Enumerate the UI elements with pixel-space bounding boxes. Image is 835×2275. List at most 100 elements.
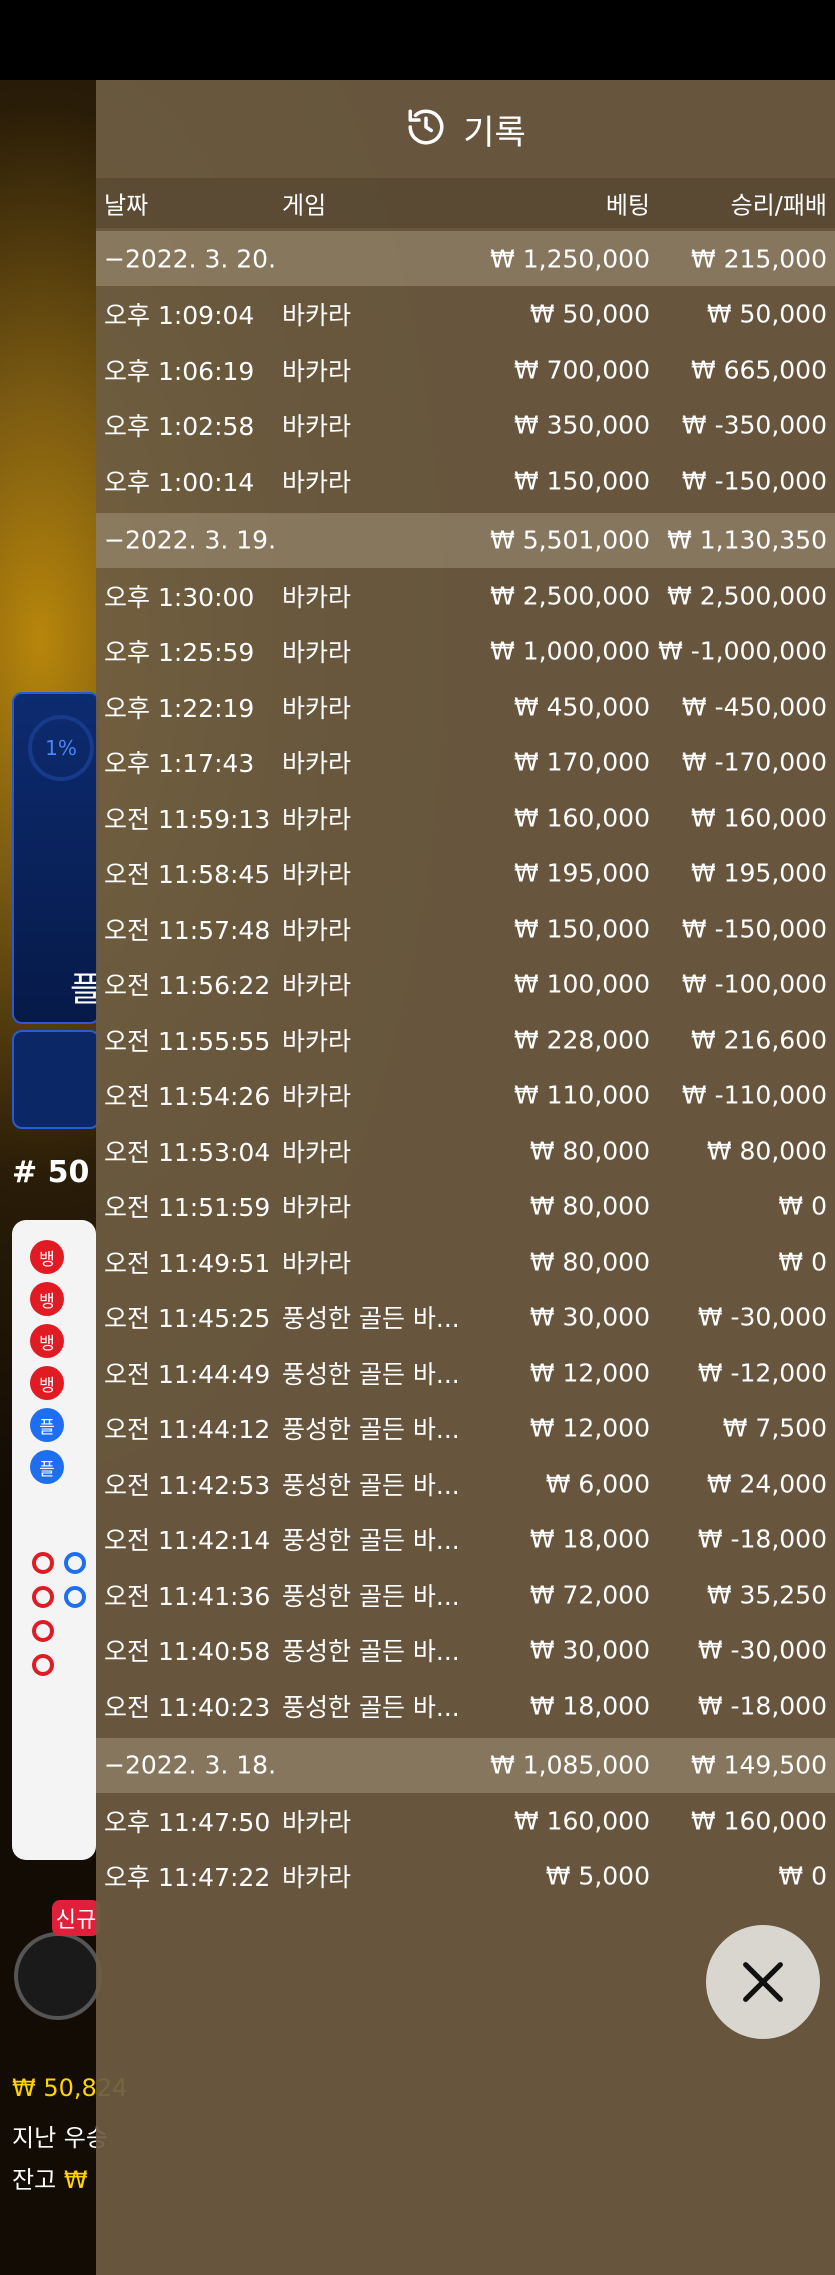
date-group-row: −2022. 3. 19. ₩ 5,501,000 ₩ 1,130,350	[96, 512, 835, 568]
road-banker-ring	[32, 1654, 54, 1676]
row-result: ₩ -100,000	[681, 969, 827, 999]
row-game: 풍성한 골든 바...	[282, 1470, 460, 1500]
row-bet: ₩ 228,000	[513, 1025, 650, 1054]
row-time: 오후 1:25:59	[104, 638, 255, 667]
history-row: 오후 1:00:14 바카라 ₩ 150,000 ₩ -150,000	[96, 453, 835, 508]
bet-percent-indicator: 1%	[28, 715, 94, 781]
row-game: 바카라	[282, 1248, 352, 1278]
row-bet: ₩ 1,000,000	[490, 636, 650, 666]
history-row: 오후 11:47:22 바카라 ₩ 5,000 ₩ 0	[96, 1849, 835, 1904]
row-game: 바카라	[282, 1807, 352, 1837]
history-row: 오후 1:02:58 바카라 ₩ 350,000 ₩ -350,000	[96, 398, 835, 453]
close-icon	[743, 1962, 783, 2002]
row-time: 오후 11:47:50	[104, 1807, 271, 1837]
top-black-bar	[0, 0, 835, 80]
group-date: −2022. 3. 18.	[104, 1750, 277, 1780]
column-game: 게임	[282, 191, 327, 220]
row-game: 바카라	[282, 971, 352, 1000]
row-game: 바카라	[282, 1137, 352, 1167]
row-time: 오전 11:45:25	[104, 1304, 271, 1333]
row-game: 바카라	[282, 412, 352, 441]
date-group-row: −2022. 3. 20. ₩ 1,250,000 ₩ 215,000	[96, 231, 835, 286]
secondary-bet-area[interactable]	[12, 1030, 100, 1129]
row-bet: ₩ 150,000	[513, 466, 650, 495]
history-icon	[405, 106, 447, 152]
road-player-ring	[64, 1586, 86, 1608]
group-date: −2022. 3. 20.	[104, 244, 277, 273]
column-date: 날짜	[104, 191, 149, 220]
row-bet: ₩ 450,000	[513, 692, 650, 721]
row-result: ₩ -170,000	[681, 747, 827, 777]
row-time: 오전 11:54:26	[104, 1082, 271, 1111]
row-result: ₩ 7,500	[722, 1413, 827, 1443]
row-bet: ₩ 18,000	[529, 1524, 650, 1554]
row-result: ₩ -18,000	[697, 1524, 827, 1554]
row-result: ₩ 195,000	[690, 858, 827, 888]
group-result-total: ₩ 1,130,350	[667, 525, 827, 555]
row-time: 오전 11:51:59	[104, 1193, 271, 1222]
history-title: 기록	[463, 112, 526, 153]
row-game: 바카라	[282, 467, 352, 497]
chip-stack-button[interactable]	[14, 1932, 102, 2020]
column-bet: 베팅	[605, 191, 650, 220]
date-group-row: −2022. 3. 18. ₩ 1,085,000 ₩ 149,500	[96, 1737, 835, 1793]
row-game: 바카라	[282, 301, 352, 330]
row-bet: ₩ 150,000	[513, 914, 650, 943]
row-result: ₩ -30,000	[697, 1635, 827, 1665]
row-game: 바카라	[282, 749, 352, 778]
row-result: ₩ -1,000,000	[658, 636, 827, 666]
row-bet: ₩ 6,000	[545, 1469, 650, 1498]
row-game: 바카라	[282, 1026, 352, 1056]
row-time: 오후 1:09:04	[104, 301, 255, 330]
history-row: 오전 11:57:48 바카라 ₩ 150,000 ₩ -150,000	[96, 901, 835, 956]
row-time: 오전 11:49:51	[104, 1248, 271, 1278]
road-banker-ring	[32, 1620, 54, 1642]
row-bet: ₩ 72,000	[529, 1580, 650, 1609]
row-result: ₩ 216,600	[690, 1025, 827, 1054]
row-bet: ₩ 5,000	[545, 1861, 650, 1891]
row-bet: ₩ 12,000	[529, 1358, 650, 1387]
balance-label: 잔고 ₩	[12, 2166, 88, 2194]
row-time: 오후 1:22:19	[104, 693, 255, 723]
history-row: 오전 11:44:12 풍성한 골든 바... ₩ 12,000 ₩ 7,500	[96, 1401, 835, 1456]
row-result: ₩ -110,000	[681, 1080, 827, 1110]
history-row: 오전 11:40:23 풍성한 골든 바... ₩ 18,000 ₩ -18,000	[96, 1678, 835, 1733]
close-button[interactable]	[706, 1925, 820, 2039]
row-time: 오전 11:41:36	[104, 1581, 271, 1611]
group-bet-total: ₩ 1,250,000	[490, 244, 650, 273]
row-time: 오전 11:56:22	[104, 971, 271, 1000]
row-game: 바카라	[282, 356, 352, 386]
row-result: ₩ 24,000	[706, 1469, 827, 1498]
row-time: 오후 1:02:58	[104, 412, 255, 441]
road-player-dot: 플	[30, 1408, 64, 1442]
row-result: ₩ 50,000	[706, 299, 827, 329]
road-banker-ring	[32, 1586, 54, 1608]
row-bet: ₩ 350,000	[513, 410, 650, 440]
new-badge: 신규	[52, 1900, 100, 1936]
history-row: 오전 11:58:45 바카라 ₩ 195,000 ₩ 195,000	[96, 846, 835, 901]
row-result: ₩ -150,000	[681, 914, 827, 943]
row-bet: ₩ 170,000	[513, 747, 650, 777]
history-row: 오전 11:59:13 바카라 ₩ 160,000 ₩ 160,000	[96, 790, 835, 845]
row-game: 풍성한 골든 바...	[282, 1415, 460, 1444]
row-time: 오전 11:58:45	[104, 860, 271, 889]
group-result-total: ₩ 149,500	[690, 1750, 827, 1780]
row-result: ₩ 35,250	[706, 1580, 827, 1609]
row-time: 오전 11:57:48	[104, 915, 271, 945]
row-result: ₩ 0	[778, 1191, 827, 1221]
road-banker-ring	[32, 1552, 54, 1574]
row-bet: ₩ 80,000	[529, 1247, 650, 1276]
road-player-dot: 플	[30, 1450, 64, 1484]
group-date: −2022. 3. 19.	[104, 525, 277, 555]
row-game: 풍성한 골든 바...	[282, 1637, 460, 1666]
row-game: 바카라	[282, 1863, 352, 1892]
row-result: ₩ -30,000	[697, 1302, 827, 1332]
row-time: 오전 11:42:14	[104, 1526, 271, 1555]
history-row: 오전 11:51:59 바카라 ₩ 80,000 ₩ 0	[96, 1179, 835, 1234]
group-bet-total: ₩ 1,085,000	[490, 1750, 650, 1780]
history-row: 오전 11:42:14 풍성한 골든 바... ₩ 18,000 ₩ -18,000	[96, 1512, 835, 1567]
road-banker-dot: 뱅	[30, 1282, 64, 1316]
history-row: 오전 11:45:25 풍성한 골든 바... ₩ 30,000 ₩ -30,000	[96, 1290, 835, 1345]
game-number: # 50	[12, 1155, 90, 1190]
row-bet: ₩ 12,000	[529, 1413, 650, 1443]
